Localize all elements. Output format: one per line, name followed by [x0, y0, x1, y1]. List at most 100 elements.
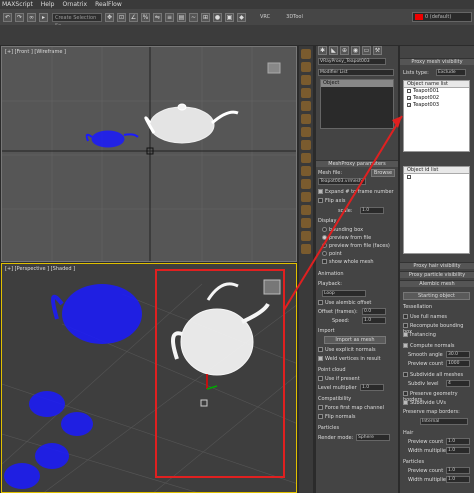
front-viewport[interactable]: [+] [Front ] [Wireframe ] — [1, 46, 297, 262]
lists-type-dropdown[interactable]: Exclude — [436, 69, 466, 76]
checkbox[interactable] — [407, 174, 411, 179]
object-list-item[interactable]: ✓ Teapot003 — [404, 102, 469, 109]
modifier-stack-item[interactable]: Object — [321, 80, 393, 87]
subdivide-all-checkbox[interactable]: Subdivide all meshes — [403, 372, 463, 378]
browse-button[interactable]: Browse — [371, 169, 395, 177]
proxy-mesh-visibility-title[interactable]: Proxy mesh visibility — [400, 58, 474, 65]
expand-frame-checkbox[interactable]: Expand # to frame number — [318, 189, 396, 195]
force-first-map-checkbox[interactable]: Force first map channel — [318, 405, 396, 411]
hair-width-multiplier-field[interactable]: 1.0 — [446, 447, 470, 454]
tool-icon[interactable] — [301, 205, 311, 215]
modifier-stack[interactable]: Object — [320, 79, 394, 129]
checkbox[interactable]: ✓ — [407, 102, 411, 107]
tool-icon[interactable] — [301, 166, 311, 176]
subdiv-level-field[interactable]: 4 — [446, 380, 470, 387]
checkbox[interactable] — [318, 189, 323, 194]
tool-icon[interactable] — [301, 231, 311, 241]
snap-icon[interactable]: ⊡ — [117, 12, 126, 22]
offset-field[interactable]: 0.0 — [362, 308, 386, 315]
tool-icon[interactable] — [301, 101, 311, 111]
layer-dropdown[interactable]: 0 (default) — [412, 12, 472, 22]
menu-realflow[interactable]: RealFlow — [95, 1, 122, 8]
menu-ornatrix[interactable]: Ornatrix — [62, 1, 87, 8]
perspective-viewport[interactable]: [+] [Perspective ] [Shaded ] — [1, 263, 297, 493]
tool-icon[interactable] — [301, 218, 311, 228]
vrc-label[interactable]: VRC — [260, 14, 270, 20]
object-name-field[interactable]: VRayProxy_Teapot003 — [318, 58, 386, 65]
proxy-particle-visibility-title[interactable]: Proxy particle visibility — [400, 271, 474, 278]
object-list-item[interactable]: ✓ Teapot002 — [404, 95, 469, 102]
tool-icon[interactable] — [301, 114, 311, 124]
tool-icon[interactable] — [301, 244, 311, 254]
render-icon[interactable]: ◆ — [237, 12, 246, 22]
undo-icon[interactable]: ↶ — [3, 12, 12, 22]
link-icon[interactable]: ∞ — [27, 12, 36, 22]
display-option[interactable]: bounding box — [322, 227, 400, 233]
instancing-checkbox[interactable]: Instancing — [403, 332, 436, 338]
selection-set-dropdown[interactable]: Create Selection Se — [52, 12, 102, 29]
display-option[interactable]: point — [322, 251, 400, 257]
display-option[interactable]: preview from file (faces) — [322, 243, 400, 249]
playback-dropdown[interactable]: Loop — [322, 290, 366, 297]
flip-normals-checkbox[interactable]: Flip normals — [318, 414, 396, 420]
create-tab-icon[interactable]: ✱ — [318, 46, 327, 55]
render-mode-dropdown[interactable]: Sphere — [356, 434, 390, 441]
align-icon[interactable]: ≡ — [165, 12, 174, 22]
redo-icon[interactable]: ↷ — [15, 12, 24, 22]
tool-3d-label[interactable]: 3DTool — [286, 14, 303, 20]
hierarchy-tab-icon[interactable]: ⊕ — [340, 46, 349, 55]
curve-editor-icon[interactable]: ~ — [189, 12, 198, 22]
use-full-names-checkbox[interactable]: Use full names — [403, 314, 447, 320]
layer-icon[interactable]: ▤ — [177, 12, 186, 22]
modifier-list-dropdown[interactable]: Modifier List — [318, 69, 394, 76]
hair-preview-count-field[interactable]: 1.0 — [446, 438, 470, 445]
proxy-hair-visibility-title[interactable]: Proxy hair visibility — [400, 262, 474, 269]
explicit-normals-checkbox[interactable]: Use explicit normals — [318, 347, 396, 353]
tool-icon[interactable] — [301, 75, 311, 85]
particle-preview-count-field[interactable]: 1.0 — [446, 467, 470, 474]
angle-snap-icon[interactable]: ∠ — [129, 12, 138, 22]
checkbox[interactable] — [318, 198, 323, 203]
tool-icon[interactable] — [301, 153, 311, 163]
menu-help[interactable]: Help — [41, 1, 55, 8]
mirror-icon[interactable]: ⇋ — [153, 12, 162, 22]
menu-maxscript[interactable]: MAXScript — [2, 1, 33, 8]
import-as-mesh-button[interactable]: Import as mesh — [324, 336, 386, 344]
particle-width-multiplier-field[interactable]: 1.0 — [446, 476, 470, 483]
compute-normals-checkbox[interactable]: Compute normals — [403, 343, 455, 349]
material-editor-icon[interactable]: ● — [213, 12, 222, 22]
meshproxy-rollout-title[interactable]: MeshProxy parameters — [316, 160, 398, 167]
smooth-angle-field[interactable]: 30.0 — [446, 351, 470, 358]
select-icon[interactable]: ▸ — [39, 12, 48, 22]
mesh-file-field[interactable]: Teapot003.vrmesh — [318, 178, 366, 185]
manipulate-icon[interactable]: ✥ — [105, 12, 114, 22]
modify-tab-icon[interactable]: ◣ — [329, 46, 338, 55]
tool-icon[interactable] — [301, 88, 311, 98]
motion-tab-icon[interactable]: ◉ — [351, 46, 360, 55]
display-tab-icon[interactable]: ▭ — [362, 46, 371, 55]
object-id-list-item[interactable] — [404, 174, 469, 181]
alembic-offset-checkbox[interactable]: Use alembic offset — [318, 300, 396, 306]
display-option[interactable]: show whole mesh — [322, 259, 400, 265]
tool-icon[interactable] — [301, 140, 311, 150]
object-name-list[interactable]: Object name list Teapot001 ✓ Teapot002 ✓ T… — [403, 80, 470, 152]
schematic-icon[interactable]: ⊞ — [201, 12, 210, 22]
tool-icon[interactable] — [301, 179, 311, 189]
utilities-tab-icon[interactable]: ⚒ — [373, 46, 382, 55]
starting-object-button[interactable]: Starting object — [403, 292, 470, 300]
tool-icon[interactable] — [301, 192, 311, 202]
tool-icon[interactable] — [301, 49, 311, 59]
tool-icon[interactable] — [301, 127, 311, 137]
preview-count-field[interactable]: 1000 — [446, 360, 470, 367]
subdivide-uvs-checkbox[interactable]: Subdivide UVs — [403, 400, 446, 406]
object-id-list[interactable]: Object id list — [403, 166, 470, 254]
display-option[interactable]: preview from file — [322, 235, 400, 241]
checkbox[interactable] — [407, 88, 411, 93]
scale-field[interactable]: 1.0 — [360, 207, 384, 214]
percent-snap-icon[interactable]: % — [141, 12, 150, 22]
flip-axis-checkbox[interactable]: Flip axis — [318, 198, 396, 204]
level-multiplier-field[interactable]: 1.0 — [360, 384, 384, 391]
alembic-mesh-title[interactable]: Alembic mesh — [400, 280, 474, 287]
speed-field[interactable]: 1.0 — [362, 317, 386, 324]
use-if-present-checkbox[interactable]: Use if present — [318, 376, 396, 382]
